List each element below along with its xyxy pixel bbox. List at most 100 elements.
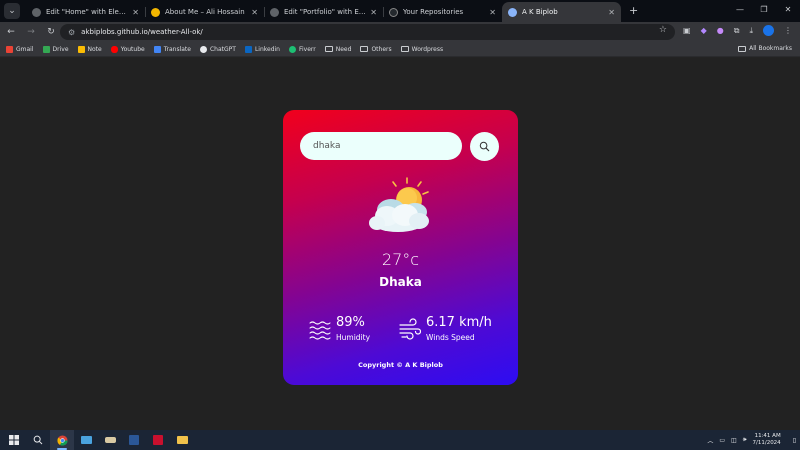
wind-value: 6.17 km/h <box>426 315 492 330</box>
weather-card: 27°c Dhaka 89% Humidity <box>283 110 518 385</box>
browser-tab[interactable]: Edit "Home" with Elementor ✕ <box>26 2 145 22</box>
search-icon <box>479 141 490 152</box>
reload-icon[interactable]: ↻ <box>42 27 60 37</box>
note-icon <box>77 45 85 53</box>
taskbar-clock[interactable]: 11:41 AM 7/11/2024 <box>752 433 780 447</box>
extension-icon[interactable]: ▣ <box>683 26 691 35</box>
bookmark-translate[interactable]: Translate <box>153 45 191 53</box>
folder-icon <box>176 436 188 444</box>
temperature-display: 27°c <box>381 250 420 269</box>
system-tray: ︿ ▭ ◫ 🕪 11:41 AM 7/11/2024 ▯ <box>707 430 796 450</box>
extension-icon[interactable]: ◆ <box>701 26 707 35</box>
minimize-icon[interactable]: — <box>728 0 752 20</box>
tab-title: About Me – Ali Hossain <box>165 8 245 16</box>
bookmark-fiverr[interactable]: Fiverr <box>288 45 316 53</box>
tab-title: Edit "Home" with Elementor <box>46 8 128 16</box>
chevron-up-icon[interactable]: ︿ <box>707 436 713 445</box>
folder-icon <box>360 46 369 52</box>
folder-icon <box>400 46 409 52</box>
tab-search-chevron-icon[interactable]: ⌄ <box>4 3 20 19</box>
copyright-text: Copyright © A K Biplob <box>358 361 443 369</box>
network-icon[interactable]: ◫ <box>731 437 737 444</box>
word-taskbar-icon[interactable] <box>122 430 146 450</box>
address-bar[interactable]: ⚙ akbiplobs.github.io/weather-All-ok/ ☆ <box>60 24 675 40</box>
maximize-icon[interactable]: ❐ <box>752 0 776 20</box>
humidity-value: 89% <box>336 315 365 330</box>
bookmark-linkedin[interactable]: Linkedin <box>244 45 280 53</box>
close-icon[interactable]: ✕ <box>132 8 139 17</box>
globe-icon <box>32 7 41 17</box>
close-icon[interactable]: ✕ <box>608 8 615 17</box>
city-search-input[interactable] <box>300 132 462 160</box>
download-icon[interactable]: ⤓ <box>749 26 753 36</box>
browser-tab[interactable]: About Me – Ali Hossain ✕ <box>145 2 264 22</box>
toolbar-actions: ▣ ◆ ● ⧉ ⤓ ⋮ <box>683 25 792 36</box>
chat-icon[interactable]: ▭ <box>719 437 725 444</box>
app-icon <box>80 436 92 444</box>
bookmark-star-icon[interactable]: ☆ <box>659 25 667 35</box>
app-taskbar-icon[interactable] <box>74 430 98 450</box>
windows-start-icon[interactable] <box>2 430 26 450</box>
wind-detail: 6.17 km/h Winds Speed <box>399 315 492 342</box>
app-icon <box>104 437 116 443</box>
notification-icon[interactable]: ▯ <box>793 437 796 444</box>
bookmark-note[interactable]: Note <box>77 45 102 53</box>
site-info-icon[interactable]: ⚙ <box>68 28 75 37</box>
tab-title: A K Biplob <box>522 8 558 16</box>
forward-arrow-icon[interactable]: → <box>22 27 40 37</box>
humidity-detail: 89% Humidity <box>309 315 370 342</box>
bookmark-gmail[interactable]: Gmail <box>6 45 34 53</box>
chrome-taskbar-icon[interactable] <box>50 430 74 450</box>
folder-icon <box>324 46 333 52</box>
globe-icon <box>508 7 517 17</box>
profile-avatar[interactable] <box>763 25 774 36</box>
tab-title: Edit "Portfolio" with Elementor <box>284 8 366 16</box>
extension-icon[interactable]: ● <box>717 26 724 35</box>
windows-taskbar: ︿ ▭ ◫ 🕪 11:41 AM 7/11/2024 ▯ <box>0 430 800 450</box>
bookmark-youtube[interactable]: Youtube <box>110 45 145 53</box>
chatgpt-icon <box>199 45 207 53</box>
bookmark-folder-wordpress[interactable]: Wordpress <box>400 46 443 53</box>
globe-icon <box>270 7 279 17</box>
close-icon[interactable]: ✕ <box>370 8 377 17</box>
bookmark-drive[interactable]: Drive <box>42 45 69 53</box>
back-arrow-icon[interactable]: ← <box>2 27 20 37</box>
browser-tab[interactable]: Your Repositories ✕ <box>383 2 502 22</box>
folder-icon <box>738 45 747 52</box>
app-taskbar-icon[interactable] <box>98 430 122 450</box>
app-icon <box>153 435 163 445</box>
tab-title: Your Repositories <box>403 8 464 16</box>
youtube-icon <box>110 45 118 53</box>
window-controls: — ❐ ✕ <box>728 0 800 20</box>
browser-tab-active[interactable]: A K Biplob ✕ <box>502 2 621 22</box>
volume-icon[interactable]: 🕪 <box>743 436 747 444</box>
bookmark-folder-need[interactable]: Need <box>324 46 351 53</box>
linkedin-icon <box>244 45 252 53</box>
bookmarks-bar: Gmail Drive Note Youtube Translate ChatG… <box>0 42 800 57</box>
bookmark-chatgpt[interactable]: ChatGPT <box>199 45 236 53</box>
bookmark-folder-others[interactable]: Others <box>360 46 392 53</box>
clock-date: 7/11/2024 <box>752 440 781 446</box>
new-tab-button[interactable]: + <box>629 4 638 17</box>
translate-icon <box>153 45 161 53</box>
github-icon <box>389 7 398 17</box>
page-viewport: 27°c Dhaka 89% Humidity <box>0 58 800 430</box>
url-text: akbiplobs.github.io/weather-All-ok/ <box>81 28 203 36</box>
wind-icon <box>399 317 421 340</box>
fiverr-icon <box>288 45 296 53</box>
search-icon[interactable] <box>26 430 50 450</box>
drive-icon <box>42 45 50 53</box>
wind-text: 6.17 km/h Winds Speed <box>426 315 492 342</box>
close-icon[interactable]: ✕ <box>489 8 496 17</box>
city-name: Dhaka <box>379 275 422 289</box>
browser-tab[interactable]: Edit "Portfolio" with Elementor ✕ <box>264 2 383 22</box>
menu-icon[interactable]: ⋮ <box>784 26 792 35</box>
close-window-icon[interactable]: ✕ <box>776 0 800 20</box>
search-button[interactable] <box>470 132 499 161</box>
file-explorer-icon[interactable] <box>170 430 194 450</box>
close-icon[interactable]: ✕ <box>251 8 258 17</box>
app-taskbar-icon[interactable] <box>146 430 170 450</box>
humidity-waves-icon <box>309 320 331 340</box>
all-bookmarks-button[interactable]: All Bookmarks <box>738 45 792 52</box>
puzzle-icon[interactable]: ⧉ <box>734 26 740 36</box>
